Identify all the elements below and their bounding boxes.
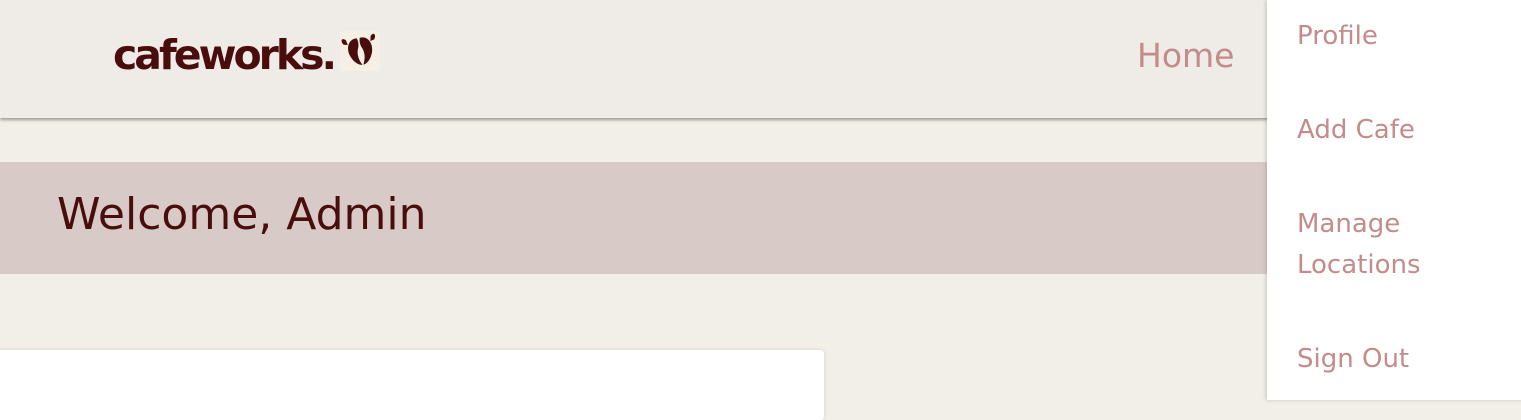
menu-item-add-cafe[interactable]: Add Cafe	[1297, 110, 1497, 151]
menu-item-sign-out[interactable]: Sign Out	[1297, 339, 1497, 380]
menu-item-manage-locations[interactable]: Manage Locations	[1297, 204, 1497, 286]
brand-logo-link[interactable]: cafeworks.	[113, 30, 381, 80]
account-dropdown-menu: Profile Add Cafe Manage Locations Sign O…	[1267, 0, 1521, 400]
page-title: Welcome, Admin	[57, 189, 427, 240]
nav-home-link[interactable]: Home	[1137, 35, 1234, 77]
coffee-bean-icon	[340, 31, 381, 71]
menu-item-profile[interactable]: Profile	[1297, 16, 1497, 57]
content-card	[0, 350, 824, 420]
brand-name: cafeworks.	[113, 31, 337, 79]
